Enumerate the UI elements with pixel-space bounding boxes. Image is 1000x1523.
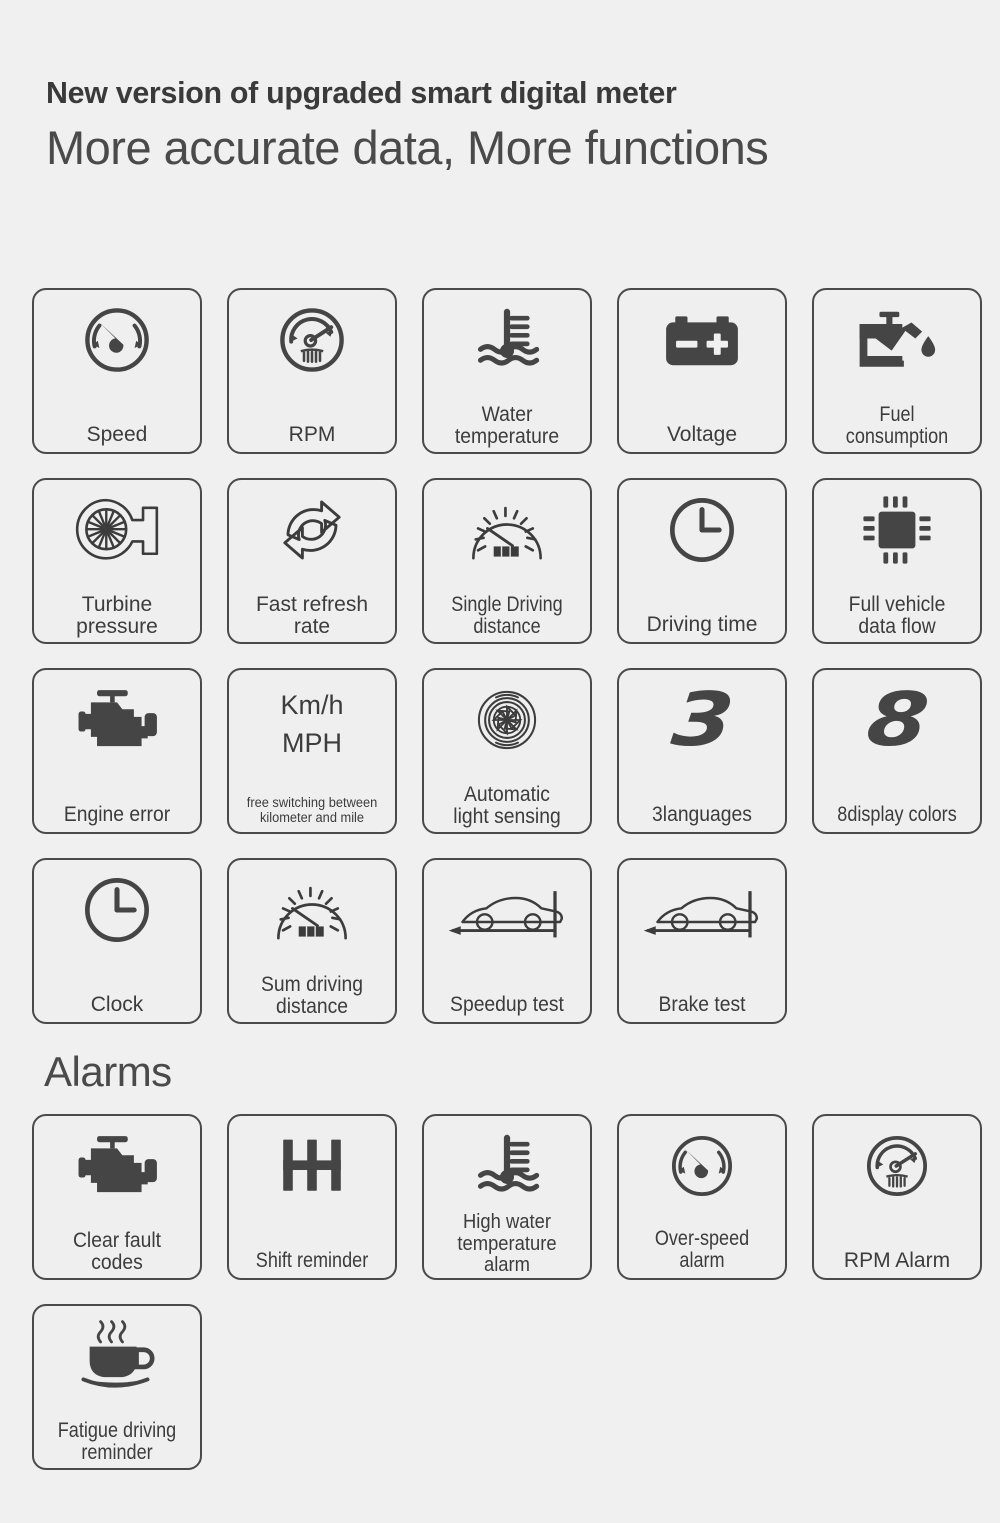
feature-card-fuel-consumption[interactable]: Fuel consumption xyxy=(812,288,982,454)
odometer-icon xyxy=(229,864,395,956)
feature-card-single-driving-distance[interactable]: Single Driving distance xyxy=(422,478,592,644)
digit-8-glyph: 8 xyxy=(863,677,931,763)
page-title: New version of upgraded smart digital me… xyxy=(46,75,677,110)
chip-icon xyxy=(814,484,980,576)
feature-card-clock[interactable]: Clock xyxy=(32,858,202,1024)
feature-card-label: Sum driving distance xyxy=(260,972,364,1018)
alarm-card-high-water-temperature[interactable]: High water temperature alarm xyxy=(422,1114,592,1280)
feature-card-8-display-colors[interactable]: 8 8display colors xyxy=(812,668,982,834)
turbocharger-icon xyxy=(34,484,200,576)
feature-card-label: Full vehicle data flow xyxy=(848,592,946,638)
clock-icon xyxy=(34,864,200,956)
tachometer-icon xyxy=(229,294,395,386)
feature-card-unit-switch[interactable]: Km/h MPH free switching between kilomete… xyxy=(227,668,397,834)
alarm-card-fatigue-driving-reminder[interactable]: Fatigue driving reminder xyxy=(32,1304,202,1470)
refresh-arrows-icon xyxy=(229,484,395,576)
alarm-card-label: Fatigue driving reminder xyxy=(57,1418,177,1464)
alarm-card-clear-fault-codes[interactable]: Clear fault codes xyxy=(32,1114,202,1280)
feature-card-label: Speedup test xyxy=(450,992,564,1016)
speedometer-icon xyxy=(34,294,200,386)
feature-card-sum-driving-distance[interactable]: Sum driving distance xyxy=(227,858,397,1024)
feature-card-full-vehicle-data-flow[interactable]: Full vehicle data flow xyxy=(812,478,982,644)
light-sensor-icon xyxy=(424,674,590,766)
digit-8-icon: 8 xyxy=(814,674,980,766)
tachometer-icon xyxy=(814,1120,980,1212)
alarm-card-label: Shift reminder xyxy=(255,1248,369,1272)
alarm-card-rpm[interactable]: RPM Alarm xyxy=(812,1114,982,1280)
digit-3-icon: 3 xyxy=(619,674,785,766)
speedometer-icon xyxy=(619,1120,785,1212)
alarms-grid: Clear fault codes Shift reminder High wa… xyxy=(32,1114,982,1280)
odometer-icon xyxy=(424,484,590,576)
feature-card-speedup-test[interactable]: Speedup test xyxy=(422,858,592,1024)
oil-can-icon xyxy=(814,294,980,386)
feature-card-fast-refresh-rate[interactable]: Fast refresh rate xyxy=(227,478,397,644)
feature-card-label: Fuel consumption xyxy=(845,402,949,448)
feature-card-rpm[interactable]: RPM xyxy=(227,288,397,454)
alarm-card-shift-reminder[interactable]: Shift reminder xyxy=(227,1114,397,1280)
page-subtitle: More accurate data, More functions xyxy=(46,120,769,174)
unit-kmh: Km/h xyxy=(280,690,344,720)
engine-icon xyxy=(34,1120,200,1212)
car-accelerate-icon xyxy=(424,864,590,956)
feature-card-driving-time[interactable]: Driving time xyxy=(617,478,787,644)
alarm-card-label: RPM Alarm xyxy=(843,1248,951,1272)
battery-icon xyxy=(619,294,785,386)
feature-card-label: Fast refresh rate xyxy=(255,592,369,638)
feature-card-label: Clock xyxy=(90,992,144,1016)
feature-card-label: RPM xyxy=(288,422,336,446)
unit-switch-text: Km/h MPH xyxy=(280,686,343,763)
feature-card-label: Driving time xyxy=(646,612,758,636)
digit-3-glyph: 3 xyxy=(668,677,736,763)
feature-card-turbine-pressure[interactable]: Turbine pressure xyxy=(32,478,202,644)
feature-grid: Speed RPM Water temperature Voltage Fuel… xyxy=(32,288,982,1024)
feature-card-label: 8display colors xyxy=(837,802,957,826)
water-temperature-icon xyxy=(424,1120,590,1212)
alarms-section-title: Alarms xyxy=(44,1048,172,1095)
alarms-grid-row-2: Fatigue driving reminder xyxy=(32,1304,982,1470)
water-temperature-icon xyxy=(424,294,590,386)
feature-poster: New version of upgraded smart digital me… xyxy=(0,0,1000,1523)
feature-card-label: Voltage xyxy=(666,422,738,446)
feature-card-label: 3languages xyxy=(652,802,752,826)
coffee-cup-icon xyxy=(34,1310,200,1402)
engine-icon xyxy=(34,674,200,766)
alarm-card-over-speed[interactable]: Over-speed alarm xyxy=(617,1114,787,1280)
clock-icon xyxy=(619,484,785,576)
gear-shift-icon xyxy=(229,1120,395,1212)
feature-card-water-temperature[interactable]: Water temperature xyxy=(422,288,592,454)
feature-card-label: Brake test xyxy=(658,992,746,1016)
feature-card-label: Water temperature xyxy=(454,402,560,448)
alarm-card-label: Over-speed alarm xyxy=(654,1226,750,1272)
car-brake-icon xyxy=(619,864,785,956)
alarm-card-label: Clear fault codes xyxy=(72,1228,162,1274)
feature-card-automatic-light-sensing[interactable]: Automatic light sensing xyxy=(422,668,592,834)
feature-card-voltage[interactable]: Voltage xyxy=(617,288,787,454)
feature-card-label: Single Driving distance xyxy=(451,592,563,638)
unit-mph: MPH xyxy=(282,728,342,759)
feature-card-brake-test[interactable]: Brake test xyxy=(617,858,787,1024)
header-block: New version of upgraded smart digital me… xyxy=(46,74,976,178)
feature-card-label: Engine error xyxy=(63,802,171,826)
unit-switch-note: free switching between kilometer and mil… xyxy=(246,794,378,825)
alarm-card-label: High water temperature alarm xyxy=(457,1211,557,1276)
feature-card-label: Automatic light sensing xyxy=(453,782,561,828)
feature-card-label: Turbine pressure xyxy=(76,592,158,638)
feature-card-label: Speed xyxy=(86,422,148,446)
feature-card-speed[interactable]: Speed xyxy=(32,288,202,454)
feature-card-3-languages[interactable]: 3 3languages xyxy=(617,668,787,834)
feature-card-engine-error[interactable]: Engine error xyxy=(32,668,202,834)
